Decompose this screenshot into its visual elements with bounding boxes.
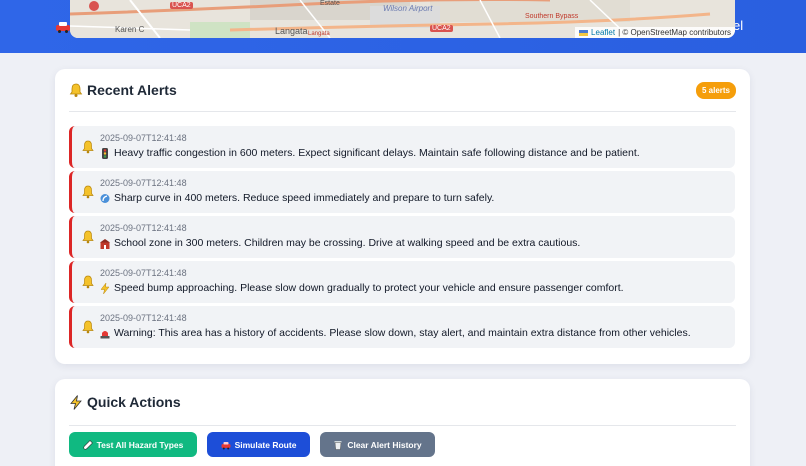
alert-message: Heavy traffic congestion in 600 meters. … <box>100 147 640 159</box>
alert-message: School zone in 300 meters. Children may … <box>100 237 580 249</box>
alert-text: Sharp curve in 400 meters. Reduce speed … <box>114 192 495 204</box>
test-all-hazards-label: Test All Hazard Types <box>96 439 184 450</box>
car-icon <box>221 441 231 449</box>
clear-alert-history-label: Clear Alert History <box>347 439 422 450</box>
alert-text: Warning: This area has a history of acci… <box>114 327 691 339</box>
alert-timestamp: 2025-09-07T12:41:48 <box>100 313 187 323</box>
map-label: Langata <box>275 26 308 36</box>
alert-timestamp: 2025-09-07T12:41:48 <box>100 178 187 188</box>
attribution-text: | © OpenStreetMap contributors <box>618 28 731 37</box>
bell-icon <box>82 230 94 244</box>
map-attribution: Leaflet | © OpenStreetMap contributors <box>575 27 735 38</box>
alert-item: 2025-09-07T12:41:48 Sharp curve in 400 m… <box>69 171 735 213</box>
map-view[interactable]: Karen C Langata Wilson Airport Estate UC… <box>70 0 735 38</box>
bell-icon <box>82 185 94 199</box>
actions-row: Test All Hazard Types Simulate Route Cle… <box>69 432 435 457</box>
alert-text: Heavy traffic congestion in 600 meters. … <box>114 147 640 159</box>
bell-icon <box>82 140 94 154</box>
bell-icon <box>82 275 94 289</box>
quick-actions-card: Quick Actions Test All Hazard Types Simu… <box>55 379 750 466</box>
traffic-light-icon <box>102 147 108 159</box>
map-label: Estate <box>320 0 340 7</box>
alert-item: 2025-09-07T12:41:48 Speed bump approachi… <box>69 261 735 303</box>
map-label: Langata <box>308 31 330 37</box>
alerts-header: Recent Alerts 5 alerts <box>69 69 736 112</box>
map-label: Wilson Airport <box>383 4 433 13</box>
alert-message: Speed bump approaching. Please slow down… <box>100 282 624 294</box>
alerts-count-badge: 5 alerts <box>695 81 736 99</box>
alert-item: 2025-09-07T12:41:48 Warning: This area h… <box>69 306 735 348</box>
alert-item: 2025-09-07T12:41:48 Heavy traffic conges… <box>69 126 735 168</box>
lightning-icon <box>70 394 82 410</box>
actions-header: Quick Actions <box>69 379 736 426</box>
simulate-route-label: Simulate Route <box>234 439 297 450</box>
simulate-route-button[interactable]: Simulate Route <box>207 432 310 457</box>
curve-icon <box>100 193 110 203</box>
trash-icon <box>334 440 342 450</box>
alert-timestamp: 2025-09-07T12:41:48 <box>100 223 187 233</box>
alert-message: Warning: This area has a history of acci… <box>100 327 691 339</box>
alert-text: Speed bump approaching. Please slow down… <box>114 282 624 294</box>
bell-icon <box>69 83 83 97</box>
school-icon <box>100 238 110 249</box>
map-road-label: UCA2 <box>430 25 453 32</box>
siren-icon <box>100 330 110 338</box>
lightning-icon <box>100 282 110 294</box>
alert-timestamp: 2025-09-07T12:41:48 <box>100 268 187 278</box>
alert-list: 2025-09-07T12:41:48 Heavy traffic conges… <box>69 126 735 351</box>
leaflet-link[interactable]: Leaflet <box>591 28 615 37</box>
alert-timestamp: 2025-09-07T12:41:48 <box>100 133 187 143</box>
car-icon <box>56 22 70 33</box>
recent-alerts-card: Recent Alerts 5 alerts 2025-09-07T12:41:… <box>55 69 750 364</box>
alerts-title: Recent Alerts <box>87 82 177 98</box>
map-label: Karen C <box>115 25 145 34</box>
clear-alert-history-button[interactable]: Clear Alert History <box>320 432 435 457</box>
test-all-hazards-button[interactable]: Test All Hazard Types <box>69 432 197 457</box>
alert-text: School zone in 300 meters. Children may … <box>114 237 581 249</box>
alert-message: Sharp curve in 400 meters. Reduce speed … <box>100 192 494 204</box>
bell-icon <box>82 320 94 334</box>
actions-title: Quick Actions <box>87 394 181 410</box>
test-tube-icon <box>82 439 93 450</box>
top-banner: el Karen C Langata Wilson Airport Estate… <box>0 0 806 53</box>
alert-item: 2025-09-07T12:41:48 School zone in 300 m… <box>69 216 735 258</box>
map-road-label: UCA2 <box>170 2 193 9</box>
ukraine-flag-icon <box>579 29 589 36</box>
map-label: Southern Bypass <box>525 13 579 20</box>
